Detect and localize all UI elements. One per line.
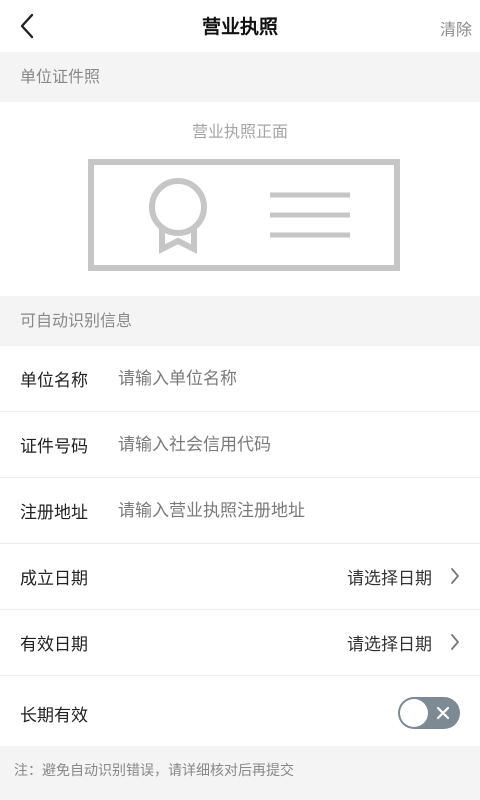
unit-name-label: 单位名称 (20, 371, 88, 391)
toggle-knob (400, 699, 428, 727)
section-header-info: 可自动识别信息 (0, 296, 480, 346)
unit-name-row: 单位名称 (0, 346, 480, 412)
valid-date-row[interactable]: 有效日期 请选择日期 (0, 610, 480, 676)
close-icon (436, 706, 450, 720)
long-term-row: 长期有效 (0, 680, 480, 746)
license-upload-area[interactable]: 营业执照正面 (0, 104, 480, 296)
established-date-row[interactable]: 成立日期 请选择日期 (0, 544, 480, 610)
cert-number-row: 证件号码 (0, 412, 480, 478)
cert-number-label: 证件号码 (20, 437, 88, 457)
reg-address-label: 注册地址 (20, 503, 88, 523)
long-term-label: 长期有效 (20, 705, 88, 726)
chevron-right-icon (451, 568, 459, 584)
chevron-right-icon (451, 634, 459, 650)
footer-note: 注：避免自动识别错误，请详细核对后再提交 (0, 746, 480, 800)
unit-name-input[interactable] (118, 368, 458, 389)
reg-address-input[interactable] (118, 500, 458, 521)
section-header-photo: 单位证件照 (0, 52, 480, 102)
reg-address-row: 注册地址 (0, 478, 480, 544)
nav-bar: 营业执照 清除 (0, 0, 480, 52)
clear-button[interactable]: 清除 (440, 16, 472, 40)
back-button[interactable] (12, 10, 42, 42)
chevron-left-icon (20, 13, 34, 39)
valid-date-value[interactable]: 请选择日期 (347, 630, 432, 655)
upload-caption: 营业执照正面 (191, 122, 288, 141)
long-term-toggle[interactable] (398, 697, 460, 729)
valid-date-label: 有效日期 (20, 635, 88, 655)
license-placeholder-icon (88, 159, 400, 271)
established-date-label: 成立日期 (20, 569, 88, 589)
established-date-value[interactable]: 请选择日期 (347, 564, 432, 589)
page-title: 营业执照 (201, 16, 278, 38)
cert-number-input[interactable] (118, 434, 458, 455)
